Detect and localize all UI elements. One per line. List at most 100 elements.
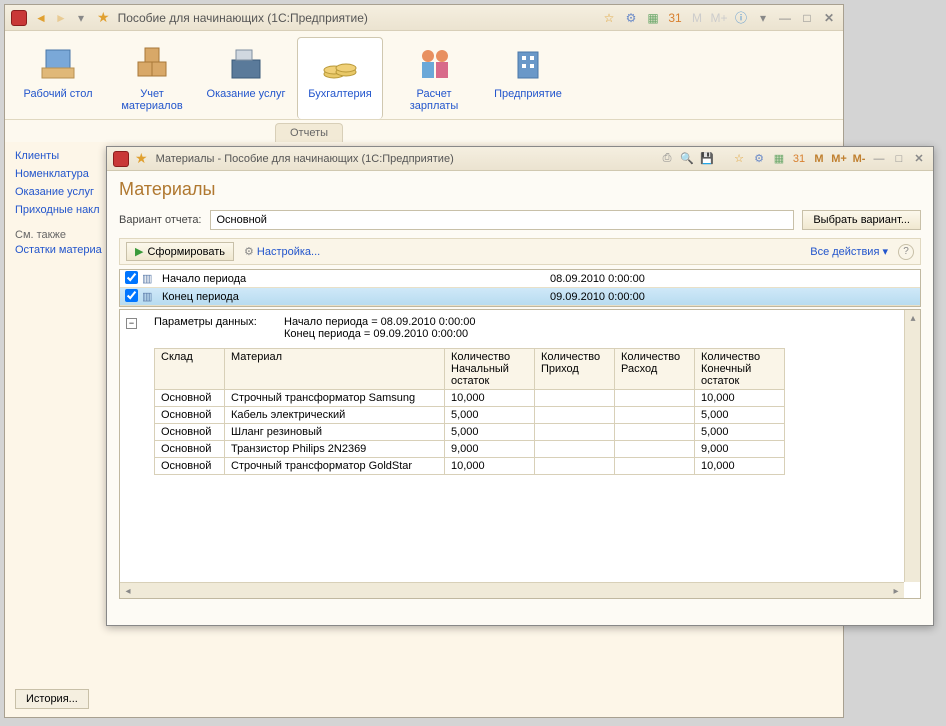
calendar-small-icon: ▥ [142,290,160,303]
column-header: Количество Приход [535,349,615,390]
sub-fav-icon[interactable]: ☆ [731,151,747,167]
preview-icon[interactable]: 🔍 [679,151,695,167]
building-icon [508,44,548,84]
fav-small-icon[interactable]: ☆ [601,10,617,26]
param-summary: Параметры данных:Начало периода = 08.09.… [154,316,914,340]
close-button[interactable]: ✕ [821,10,837,26]
settings-link[interactable]: ⚙Настройка... [244,245,320,258]
column-header: Количество Конечный остаток [695,349,785,390]
table-cell: Строчный трансформатор Samsung [225,390,445,407]
param-name: Начало периода [160,273,550,285]
table-cell: 10,000 [695,390,785,407]
table-cell [615,407,695,424]
ribbon-enterprise[interactable]: Предприятие [485,37,571,119]
scroll-right-icon[interactable]: ▸ [888,583,904,599]
params-grid: ▥Начало периода08.09.2010 0:00:00▥Конец … [119,269,921,307]
table-cell [615,390,695,407]
nav-back-icon[interactable]: ◄ [33,10,49,26]
table-cell: 9,000 [695,441,785,458]
tab-strip: Отчеты [5,120,843,142]
table-cell: 5,000 [695,424,785,441]
m-icon[interactable]: M [689,10,705,26]
report-area: − Параметры данных:Начало периода = 08.0… [119,309,921,599]
collapse-button[interactable]: − [126,318,137,329]
param-checkbox[interactable] [120,289,142,305]
gear-icon: ⚙ [244,245,254,258]
m-plus-button[interactable]: M+ [831,151,847,167]
table-row[interactable]: ОсновнойШланг резиновый5,0005,000 [155,424,785,441]
table-row[interactable]: ОсновнойКабель электрический5,0005,000 [155,407,785,424]
sub-calendar-icon[interactable]: 31 [791,151,807,167]
nav-dropdown-icon[interactable]: ▾ [73,10,89,26]
variant-input[interactable] [210,210,795,230]
horizontal-scrollbar[interactable]: ◂ ▸ [120,582,904,598]
link-icon[interactable]: ⚙ [623,10,639,26]
ribbon-accounting[interactable]: Бухгалтерия [297,37,383,119]
tab-reports[interactable]: Отчеты [275,123,343,142]
param-value: 09.09.2010 0:00:00 [550,291,920,303]
help-icon[interactable]: ? [898,244,914,260]
table-cell [615,441,695,458]
sub-link-icon[interactable]: ⚙ [751,151,767,167]
play-icon: ▶ [135,245,143,258]
sub-favorite-icon[interactable]: ★ [135,150,148,167]
ribbon-materials[interactable]: Учет материалов [109,37,195,119]
param-row[interactable]: ▥Начало периода08.09.2010 0:00:00 [120,270,920,288]
table-cell: Основной [155,441,225,458]
people-icon [414,44,454,84]
choose-variant-button[interactable]: Выбрать вариант... [802,210,921,230]
calc-icon[interactable]: ▦ [645,10,661,26]
sub-minimize-button[interactable]: — [871,151,887,167]
history-button[interactable]: История... [15,689,89,709]
column-header: Склад [155,349,225,390]
column-header: Количество Расход [615,349,695,390]
minimize-button[interactable]: — [777,10,793,26]
sub-calc-icon[interactable]: ▦ [771,151,787,167]
m-minus-button[interactable]: M- [851,151,867,167]
vertical-scrollbar[interactable]: ▴ [904,310,920,582]
calendar-icon[interactable]: 31 [667,10,683,26]
ribbon-salary[interactable]: Расчет зарплаты [391,37,477,119]
column-header: Количество Начальный остаток [445,349,535,390]
nav-forward-icon[interactable]: ► [53,10,69,26]
m-plus-icon[interactable]: M+ [711,10,727,26]
variant-label: Вариант отчета: [119,214,202,226]
all-actions-link[interactable]: Все действия ▾ [810,245,888,258]
table-cell: Транзистор Philips 2N2369 [225,441,445,458]
info-icon[interactable]: ⓘ [733,10,749,26]
m-button[interactable]: M [811,151,827,167]
scroll-left-icon[interactable]: ◂ [120,583,136,599]
table-cell: 5,000 [695,407,785,424]
sub-close-button[interactable]: ✕ [911,151,927,167]
maximize-button[interactable]: □ [799,10,815,26]
app-icon [11,10,27,26]
table-cell: 10,000 [445,458,535,475]
generate-button[interactable]: ▶Сформировать [126,242,234,261]
table-row[interactable]: ОсновнойТранзистор Philips 2N23699,0009,… [155,441,785,458]
info-dropdown[interactable]: ▾ [755,10,771,26]
param-row[interactable]: ▥Конец периода09.09.2010 0:00:00 [120,288,920,306]
ribbon-services[interactable]: Оказание услуг [203,37,289,119]
table-cell [615,424,695,441]
sub-maximize-button[interactable]: □ [891,151,907,167]
table-row[interactable]: ОсновнойСтрочный трансформатор Samsung10… [155,390,785,407]
report-window: ★ Материалы - Пособие для начинающих (1С… [106,146,934,626]
table-cell: 10,000 [445,390,535,407]
table-cell: 5,000 [445,424,535,441]
param-value: 08.09.2010 0:00:00 [550,273,920,285]
scroll-up-icon[interactable]: ▴ [905,310,921,326]
table-row[interactable]: ОсновнойСтрочный трансформатор GoldStar1… [155,458,785,475]
report-table: СкладМатериалКоличество Начальный остато… [154,348,785,475]
table-cell: Кабель электрический [225,407,445,424]
print-icon[interactable]: ⎙ [659,151,675,167]
table-cell [535,424,615,441]
favorite-icon[interactable]: ★ [97,9,110,26]
column-header: Материал [225,349,445,390]
table-cell: 10,000 [695,458,785,475]
main-titlebar: ◄ ► ▾ ★ Пособие для начинающих (1С:Предп… [5,5,843,31]
table-cell [535,458,615,475]
ribbon-desktop[interactable]: Рабочий стол [15,37,101,119]
save-icon[interactable]: 💾 [699,151,715,167]
param-checkbox[interactable] [120,271,142,287]
sub-title: Материалы - Пособие для начинающих (1С:П… [156,153,659,165]
